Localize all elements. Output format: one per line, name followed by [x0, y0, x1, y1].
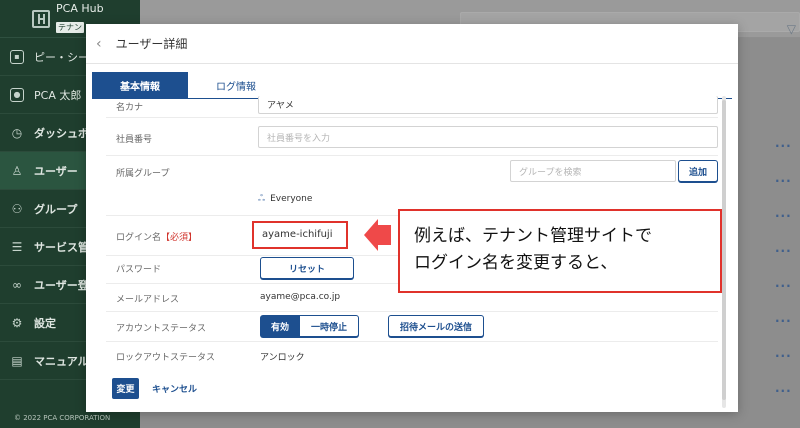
status-suspended-button[interactable]: 一時停止 — [299, 315, 359, 337]
required-marker: 【必須】 — [161, 233, 198, 243]
status-enabled-button[interactable]: 有効 — [260, 315, 300, 337]
modal-title: ユーザー詳細 — [115, 37, 188, 51]
sidebar-item-label: ダッシュボ — [34, 126, 89, 140]
logo-sub: テナン — [56, 22, 84, 33]
sidebar-item-label: ユーザー — [34, 164, 78, 178]
row-lockout-status: ロックアウトステータス アンロック — [106, 342, 718, 368]
callout-line-1: 例えば、テナント管理サイトで — [414, 226, 652, 246]
row-menu-icon[interactable]: ··· — [775, 139, 792, 153]
callout-arrow — [364, 219, 378, 251]
row-menu-icon[interactable]: ··· — [775, 279, 792, 293]
password-reset-button[interactable]: リセット — [260, 257, 354, 279]
sidebar-item-label: グループ — [34, 202, 78, 216]
group-label: 所属グループ — [116, 169, 170, 179]
sidebar-item-label: 設定 — [34, 316, 56, 330]
login-name-field[interactable]: ayame-ichifuji — [262, 229, 332, 240]
row-group: 所属グループ グループを検索 追加 ஃ Everyone — [106, 156, 718, 216]
lockout-status-value: アンロック — [260, 353, 305, 363]
email-label: メールアドレス — [116, 295, 180, 305]
tab-bar: 基本情報 ログ情報 — [92, 72, 284, 98]
sidebar-item-label: サービス管 — [34, 240, 89, 254]
scrollbar-thumb[interactable] — [722, 100, 726, 400]
row-account-status: アカウントステータス 有効 一時停止 招待メールの送信 — [106, 312, 718, 342]
row-menu-icon[interactable]: ··· — [775, 384, 792, 398]
save-button[interactable]: 変更 — [112, 378, 139, 399]
callout-line-2: ログイン名を変更すると、 — [414, 253, 618, 273]
tab-log-info[interactable]: ログ情報 — [188, 72, 284, 98]
login-name-label-text: ログイン名 — [116, 233, 162, 243]
chevron-left-icon[interactable]: ‹ — [96, 36, 102, 52]
email-value: ayame@pca.co.jp — [260, 292, 341, 302]
group-add-button[interactable]: 追加 — [678, 160, 718, 182]
employee-number-field[interactable]: 社員番号を入力 — [258, 126, 718, 148]
send-invite-button[interactable]: 招待メールの送信 — [388, 315, 484, 337]
building-icon: ▪ — [10, 49, 24, 64]
cancel-button[interactable]: キャンセル — [152, 378, 197, 399]
user-avatar-icon: ● — [10, 87, 24, 102]
gear-icon: ⚙ — [11, 315, 23, 330]
row-menu-icon[interactable]: ··· — [775, 209, 792, 223]
employee-number-label: 社員番号 — [116, 135, 153, 145]
pca-hub-logo-icon — [32, 9, 50, 28]
scrollbar[interactable] — [722, 96, 726, 408]
clock-icon: ◷ — [11, 125, 23, 140]
kana-field[interactable]: アヤメ — [258, 96, 718, 114]
book-icon: ▤ — [11, 353, 23, 368]
group-member-name: Everyone — [270, 194, 313, 204]
group-icon: ⚇ — [11, 201, 23, 216]
account-status-label: アカウントステータス — [116, 324, 207, 334]
callout-box: 例えば、テナント管理サイトで ログイン名を変更すると、 — [398, 209, 722, 293]
server-icon: ☰ — [11, 239, 23, 254]
person-icon: ♙ — [11, 163, 23, 178]
sidebar-item-label: ピー・シー — [34, 50, 89, 64]
row-kana: 名カナ アヤメ — [106, 96, 718, 118]
filter-icon[interactable]: ▽ — [787, 22, 796, 36]
row-employee-number: 社員番号 社員番号を入力 — [106, 118, 718, 156]
tab-basic-info[interactable]: 基本情報 — [92, 72, 188, 98]
link-icon: ∞ — [12, 277, 22, 292]
copyright: © 2022 PCA CORPORATION — [14, 414, 111, 422]
row-menu-icon[interactable]: ··· — [775, 244, 792, 258]
sidebar-item-label: マニュアル — [34, 354, 89, 368]
people-icon: ஃ — [258, 194, 266, 204]
kana-label: 名カナ — [116, 103, 144, 113]
lockout-status-label: ロックアウトステータス — [116, 353, 216, 363]
modal-header: ‹ ユーザー詳細 — [86, 24, 738, 64]
logo-text: PCA Hub — [56, 2, 104, 15]
row-menu-icon[interactable]: ··· — [775, 314, 792, 328]
sidebar-item-label: PCA 太郎 — [34, 88, 82, 102]
sidebar-item-label: ユーザー登 — [34, 278, 89, 292]
group-search-field[interactable]: グループを検索 — [510, 160, 676, 182]
row-menu-icon[interactable]: ··· — [775, 349, 792, 363]
login-name-label: ログイン名【必須】 — [116, 230, 197, 243]
password-label: パスワード — [116, 265, 162, 275]
callout-arrow-tail — [377, 225, 391, 245]
group-member-everyone: ஃ Everyone — [258, 194, 312, 205]
row-menu-icon[interactable]: ··· — [775, 174, 792, 188]
